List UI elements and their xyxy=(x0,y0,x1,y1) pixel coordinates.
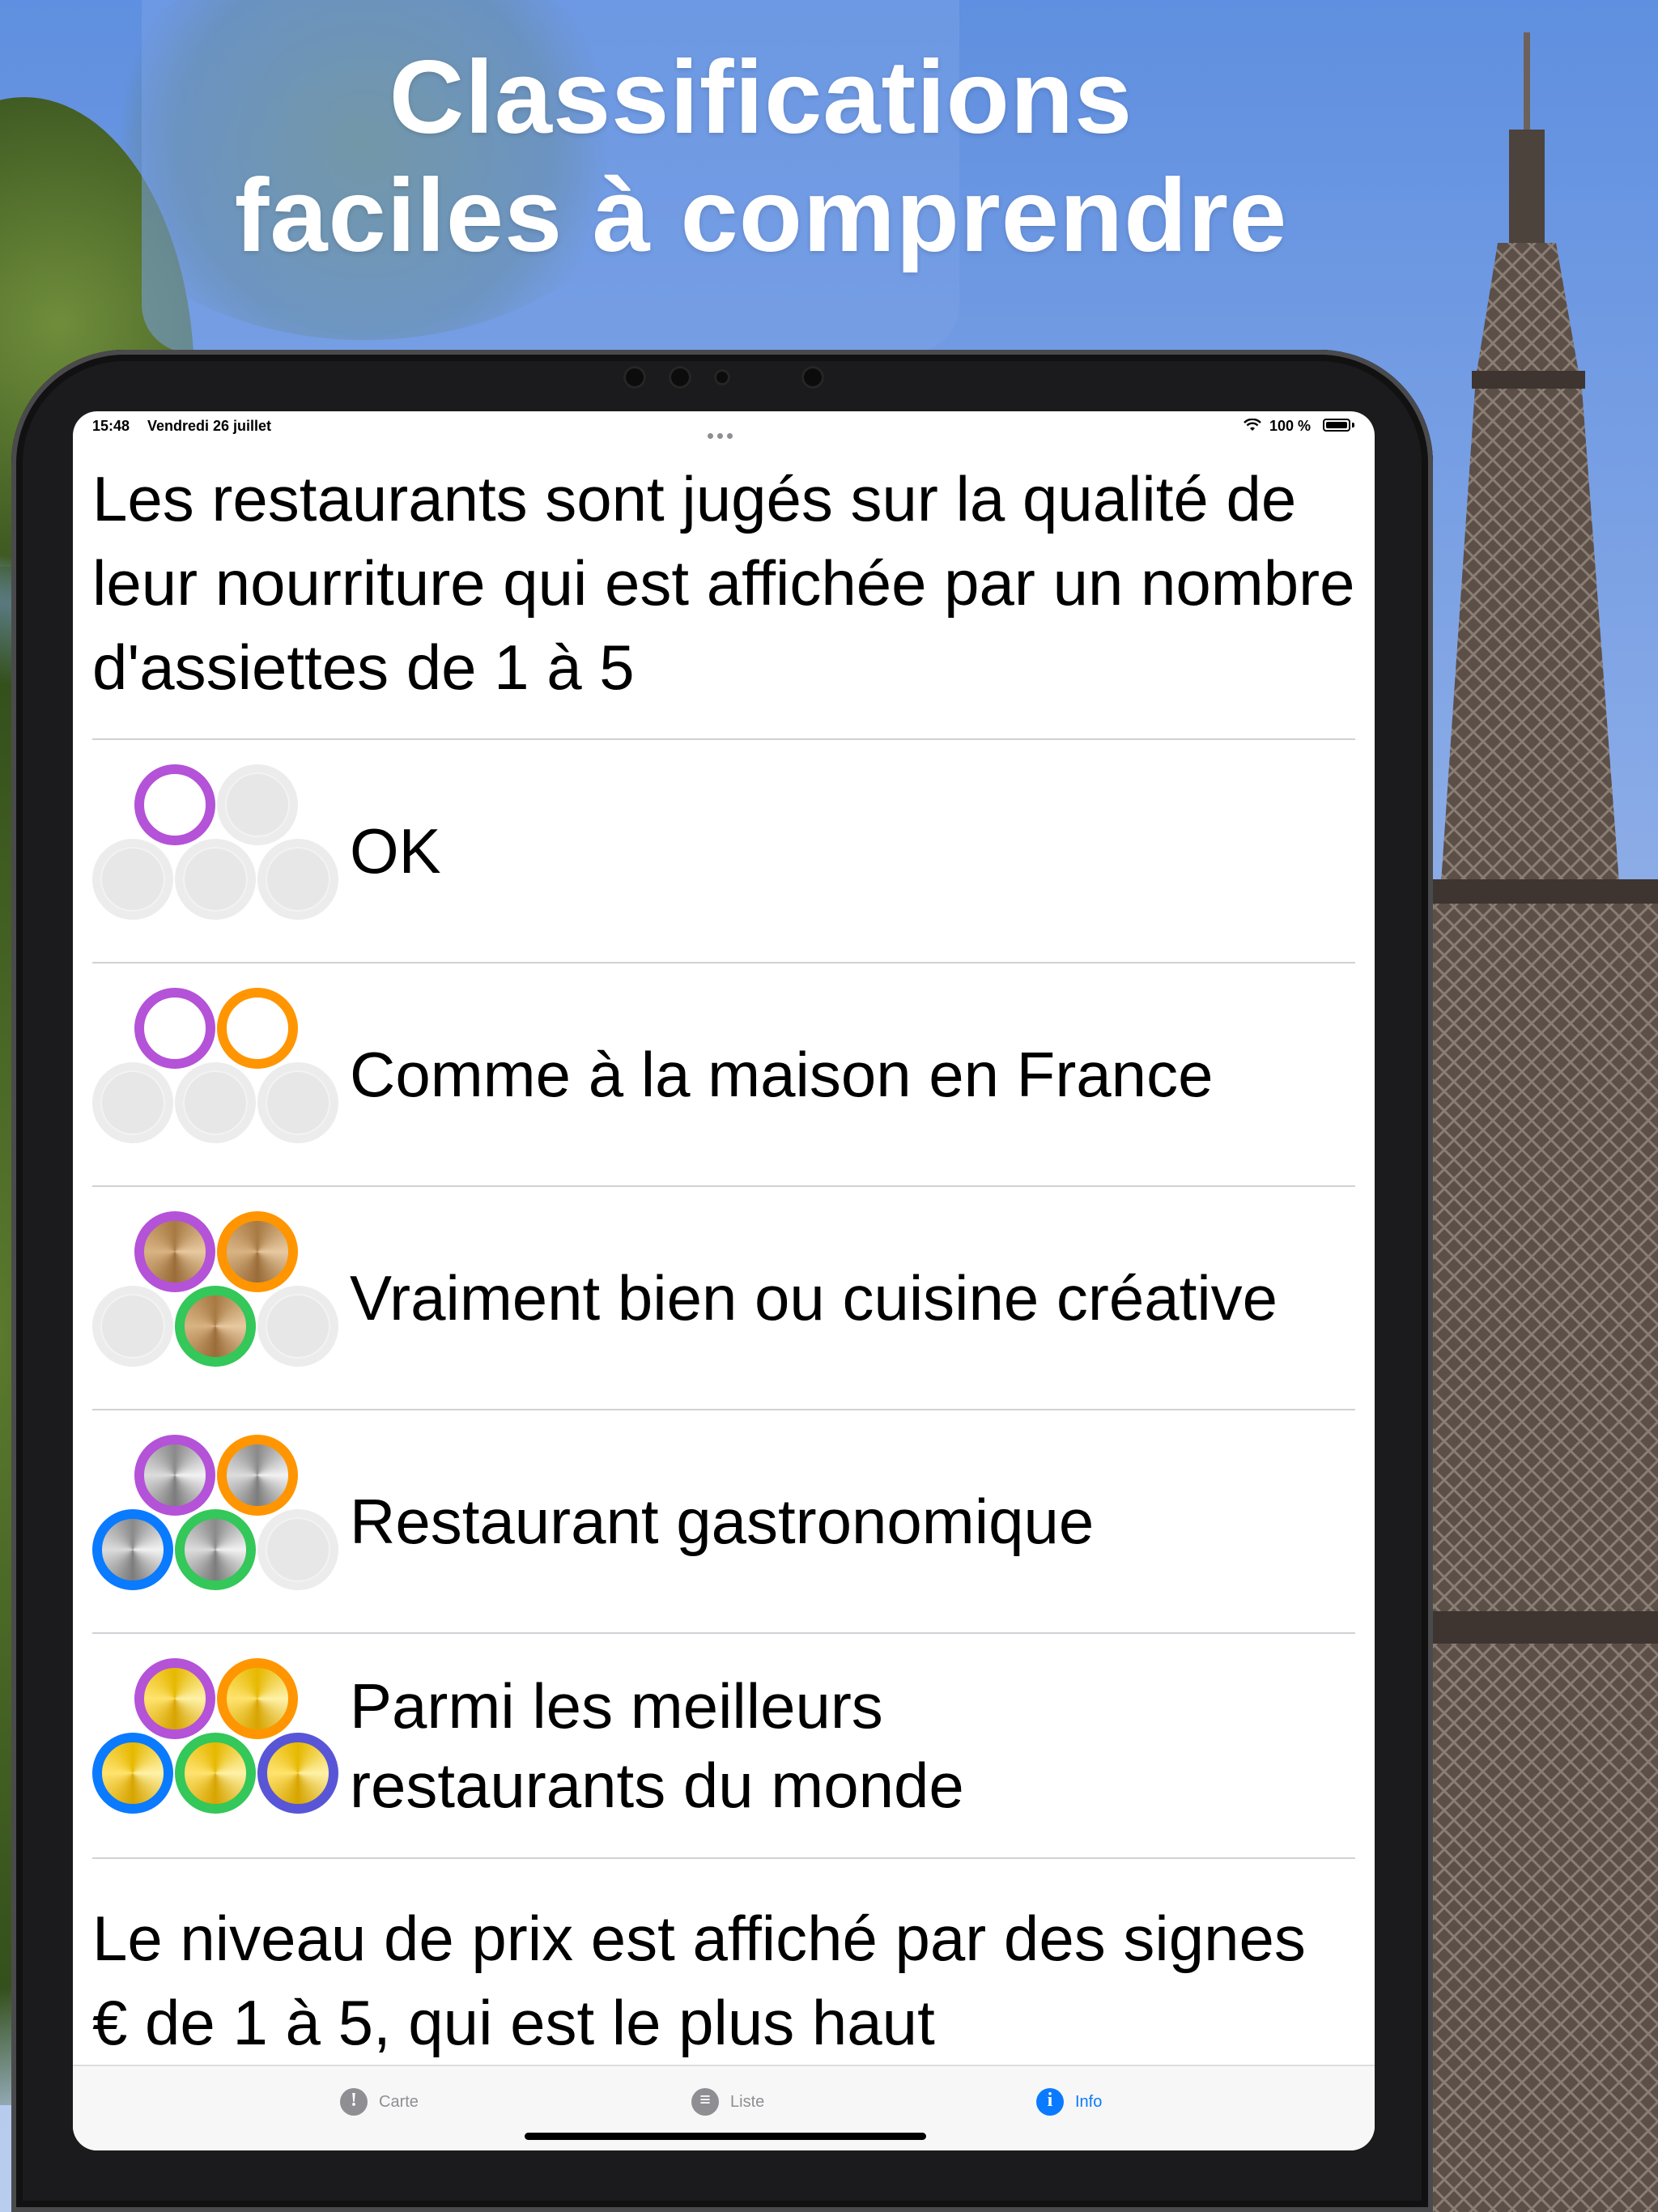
sensor-icon-2 xyxy=(801,366,824,389)
plate-rating-icon xyxy=(92,764,343,926)
wifi-icon xyxy=(1244,419,1261,431)
plate-icon xyxy=(134,764,215,845)
home-indicator[interactable] xyxy=(525,2133,926,2140)
plate-gold-icon xyxy=(92,1733,173,1814)
rating-label: Parmi les meilleurs restaurants du monde xyxy=(350,1670,964,1821)
rating-label: Restaurant gastronomique xyxy=(350,1486,1095,1557)
plate-rating-icon xyxy=(92,1435,343,1597)
plate-silver-icon xyxy=(134,1435,215,1516)
plate-gold-icon xyxy=(134,1658,215,1739)
plate-silver-icon xyxy=(92,1509,173,1590)
tab-carte[interactable]: ! Carte xyxy=(340,2086,419,2118)
plate-silver-icon xyxy=(175,1509,256,1590)
rating-row-4: Restaurant gastronomique xyxy=(92,1409,1355,1634)
camera-icon xyxy=(623,366,646,389)
rating-row-3: Vraiment bien ou cuisine créative xyxy=(92,1185,1355,1410)
tab-info[interactable]: i Info xyxy=(1036,2086,1102,2118)
plate-empty-icon xyxy=(257,1062,338,1143)
app-screen: 15:48 Vendredi 26 juillet 100 % Les rest… xyxy=(73,411,1375,2150)
status-bar: 15:48 Vendredi 26 juillet 100 % xyxy=(73,411,1375,440)
plate-bronze-icon xyxy=(134,1211,215,1292)
map-pin-icon: ! xyxy=(340,2088,368,2116)
battery-percent: 100 % xyxy=(1269,418,1312,434)
plate-bronze-icon xyxy=(175,1286,256,1367)
plate-empty-icon xyxy=(257,1286,338,1367)
price-text: Le niveau de prix est affiché par des si… xyxy=(92,1903,1306,2058)
intro-text: Les restaurants sont jugés sur la qualit… xyxy=(92,463,1355,703)
plate-empty-icon xyxy=(257,839,338,920)
plate-empty-icon xyxy=(257,1509,338,1590)
camera-lens-icon xyxy=(714,369,730,385)
rating-label: OK xyxy=(350,815,441,887)
rating-row-5: Parmi les meilleurs restaurants du monde xyxy=(92,1632,1355,1859)
plate-icon xyxy=(134,988,215,1069)
plate-empty-icon xyxy=(92,1062,173,1143)
headline-line-1: Classifications xyxy=(389,40,1133,155)
battery-icon xyxy=(1323,419,1350,432)
status-date: Vendredi 26 juillet xyxy=(147,418,272,434)
plate-empty-icon xyxy=(92,1286,173,1367)
tab-liste[interactable]: ≡ Liste xyxy=(691,2086,764,2118)
plate-empty-icon xyxy=(175,1062,256,1143)
plate-bronze-icon xyxy=(217,1211,298,1292)
status-time: 15:48 xyxy=(92,418,130,434)
multitasking-dots-icon[interactable] xyxy=(708,426,740,439)
plate-rating-icon xyxy=(92,1211,343,1373)
plate-rating-icon xyxy=(92,1658,343,1820)
headline: Classifications faciles à comprendre xyxy=(0,39,1522,275)
tab-info-label: Info xyxy=(1075,2092,1103,2111)
rating-row-1: OK xyxy=(92,738,1355,963)
plate-gold-icon xyxy=(257,1733,338,1814)
info-icon: i xyxy=(1036,2088,1064,2116)
rating-row-2: Comme à la maison en France xyxy=(92,962,1355,1187)
plate-empty-icon xyxy=(92,839,173,920)
plate-gold-icon xyxy=(175,1733,256,1814)
tab-liste-label: Liste xyxy=(730,2092,765,2111)
list-icon: ≡ xyxy=(691,2088,719,2116)
rating-label: Vraiment bien ou cuisine créative xyxy=(350,1262,1278,1334)
sensor-icon xyxy=(669,366,691,389)
plate-rating-icon xyxy=(92,988,343,1150)
rating-label: Comme à la maison en France xyxy=(350,1039,1214,1110)
tab-carte-label: Carte xyxy=(379,2092,419,2111)
price-section: Le niveau de prix est affiché par des si… xyxy=(92,1896,1355,2065)
battery-tip xyxy=(1352,423,1354,428)
plate-icon xyxy=(217,988,298,1069)
plate-empty-icon xyxy=(175,839,256,920)
plate-silver-icon xyxy=(217,1435,298,1516)
plate-gold-icon xyxy=(217,1658,298,1739)
headline-line-2: faciles à comprendre xyxy=(234,158,1288,274)
plate-empty-icon xyxy=(217,764,298,845)
